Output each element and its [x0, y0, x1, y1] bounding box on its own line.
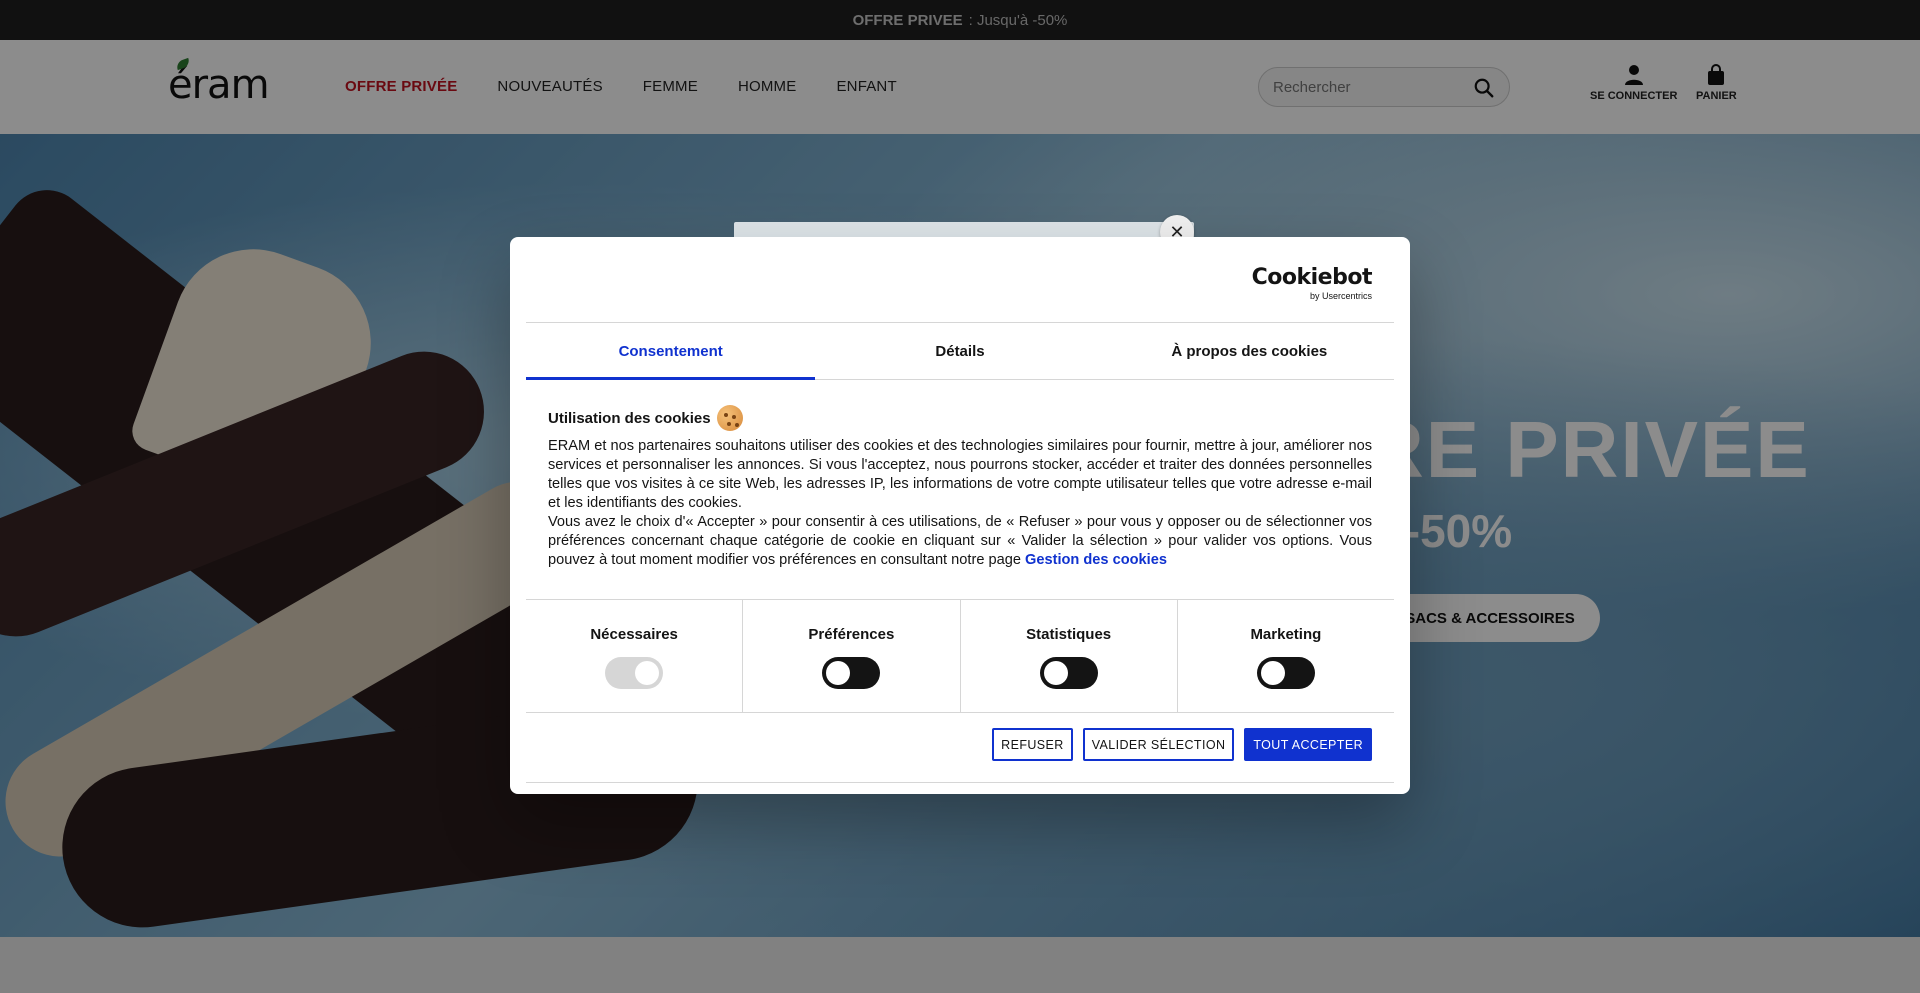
consent-text: Utilisation des cookies ERAM et nos part…: [548, 405, 1372, 570]
category-label: Préférences: [808, 626, 895, 643]
cookiebot-logo[interactable]: Cookiebot by Usercentrics: [1251, 265, 1373, 302]
category-label: Nécessaires: [590, 626, 678, 643]
cookie-consent-dialog: Cookiebot by Usercentrics Consentement D…: [510, 237, 1410, 794]
tab-consentement[interactable]: Consentement: [526, 323, 816, 380]
toggle-statistiques[interactable]: [1039, 657, 1098, 689]
tab-details[interactable]: Détails: [815, 323, 1104, 379]
cookie-icon: [716, 405, 743, 431]
cookie-management-link[interactable]: Gestion des cookies: [1025, 552, 1167, 568]
consent-tabs: Consentement Détails À propos des cookie…: [526, 322, 1394, 380]
category-statistiques: Statistiques: [961, 600, 1178, 712]
consent-heading: Utilisation des cookies: [548, 405, 1372, 431]
toggle-preferences[interactable]: [822, 657, 881, 689]
category-preferences: Préférences: [743, 600, 961, 712]
accept-all-button[interactable]: TOUT ACCEPTER: [1244, 728, 1372, 761]
category-label: Statistiques: [1026, 626, 1112, 643]
consent-paragraph-1: ERAM et nos partenaires souhaitons utili…: [548, 438, 1372, 511]
category-marketing: Marketing: [1178, 600, 1394, 712]
consent-paragraph-2: Vous avez le choix d'« Accepter » pour c…: [548, 513, 1372, 570]
toggle-knob: [1043, 661, 1068, 685]
toggle-knob: [1260, 661, 1285, 685]
toggle-necessaires: [605, 657, 664, 689]
toggle-knob: [826, 661, 851, 685]
tab-a-propos[interactable]: À propos des cookies: [1105, 323, 1394, 379]
category-necessaires: Nécessaires: [526, 600, 744, 712]
cookie-categories: Nécessaires Préférences Statistiques Mar…: [526, 599, 1394, 713]
divider: [526, 782, 1394, 783]
validate-selection-button[interactable]: VALIDER SÉLECTION: [1082, 728, 1235, 761]
consent-paragraph-2-text: Vous avez le choix d'« Accepter » pour c…: [548, 514, 1372, 568]
cookiebot-by: by Usercentrics: [1309, 291, 1372, 301]
refuse-button[interactable]: REFUSER: [992, 728, 1073, 761]
toggle-marketing[interactable]: [1256, 657, 1315, 689]
consent-actions: REFUSER VALIDER SÉLECTION TOUT ACCEPTER: [992, 728, 1372, 761]
cookiebot-brand: Cookiebot: [1251, 265, 1373, 290]
toggle-knob: [635, 661, 660, 685]
category-label: Marketing: [1250, 626, 1322, 643]
consent-heading-text: Utilisation des cookies: [548, 409, 711, 427]
